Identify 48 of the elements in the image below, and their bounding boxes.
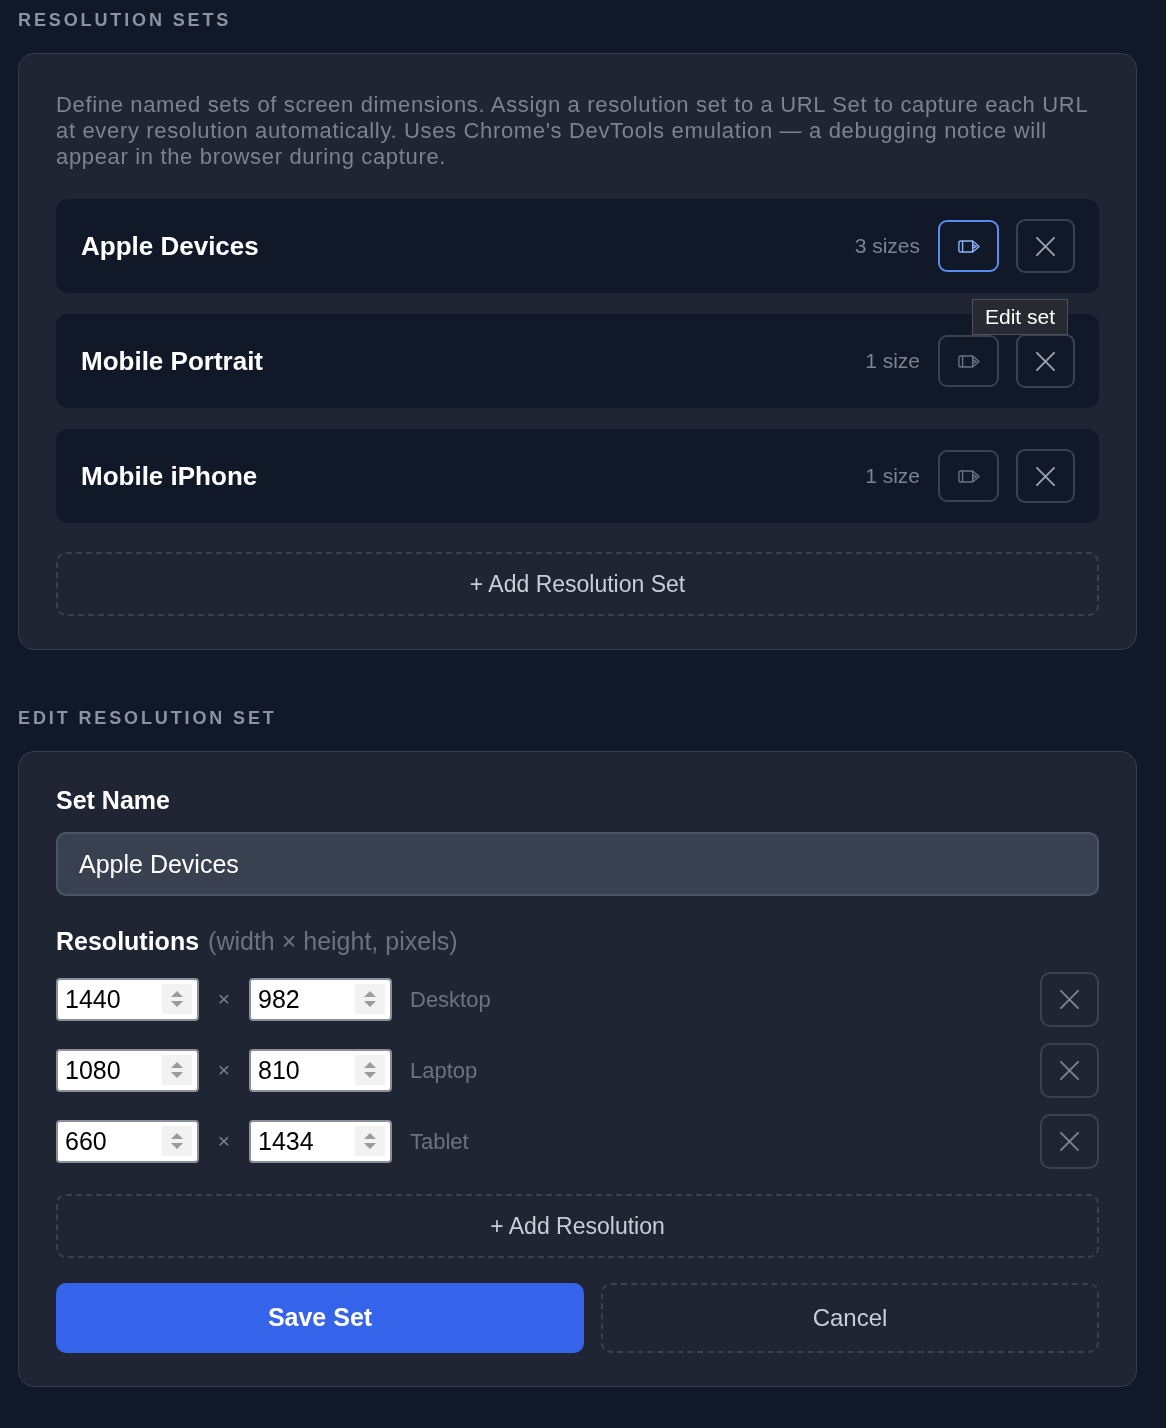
cancel-button[interactable]: Cancel	[601, 1283, 1099, 1353]
pencil-icon	[957, 354, 980, 368]
set-name-field[interactable]: Apple Devices	[56, 832, 1099, 896]
description-text: Define named sets of screen dimensions. Assign a resolution set to a URL Set to capture each URL at every resolution automatically. Uses Chrome's DevTools emulation — a debugging notice will appear in the browser during capture.	[56, 92, 1089, 170]
close-icon	[1036, 236, 1055, 256]
spinner-icon	[355, 1125, 385, 1156]
times-sign: ×	[216, 1128, 232, 1155]
times-sign: ×	[216, 1057, 232, 1084]
add-set-button[interactable]: + Add Resolution Set	[56, 552, 1099, 616]
spinner-icon	[162, 983, 192, 1014]
pencil-icon	[957, 469, 980, 483]
pencil-icon	[957, 239, 980, 253]
device-label: Tablet	[410, 1127, 469, 1156]
set-name: Mobile Portrait	[81, 344, 263, 378]
section-heading: RESOLUTION SETS	[18, 9, 233, 31]
spinner-icon	[355, 983, 385, 1014]
set-name: Apple Devices	[81, 229, 259, 263]
close-icon	[1060, 1060, 1079, 1080]
spinner-icon	[355, 1054, 385, 1085]
edit-button[interactable]	[938, 450, 999, 502]
close-icon	[1036, 466, 1055, 486]
spinner-icon	[162, 1054, 192, 1085]
set-name: Mobile iPhone	[81, 459, 258, 493]
section-heading: EDIT RESOLUTION SET	[18, 707, 278, 729]
delete-button[interactable]	[1016, 449, 1075, 503]
tooltip: Edit set	[971, 299, 1068, 335]
device-label: Desktop	[410, 985, 491, 1014]
add-resolution-button[interactable]: + Add Resolution	[56, 1194, 1099, 1258]
remove-button[interactable]	[1040, 971, 1099, 1027]
hint-text: (width × height, pixels)	[208, 926, 458, 957]
size-count: 3 sizes	[854, 233, 920, 260]
size-count: 1 size	[865, 348, 920, 375]
field-label: Resolutions	[56, 926, 200, 957]
save-button[interactable]: Save Set	[56, 1283, 584, 1353]
delete-button[interactable]	[1016, 334, 1075, 388]
remove-button[interactable]	[1040, 1113, 1099, 1169]
spinner-icon	[162, 1125, 192, 1156]
edit-button[interactable]	[938, 335, 999, 387]
times-sign: ×	[216, 986, 232, 1013]
remove-button[interactable]	[1040, 1042, 1099, 1098]
field-label: Set Name	[56, 785, 171, 815]
size-count: 1 size	[865, 463, 920, 490]
close-icon	[1036, 351, 1055, 371]
close-icon	[1060, 989, 1079, 1009]
close-icon	[1060, 1131, 1079, 1151]
device-label: Laptop	[410, 1056, 478, 1085]
edit-button[interactable]	[938, 220, 999, 272]
delete-button[interactable]	[1016, 219, 1075, 273]
